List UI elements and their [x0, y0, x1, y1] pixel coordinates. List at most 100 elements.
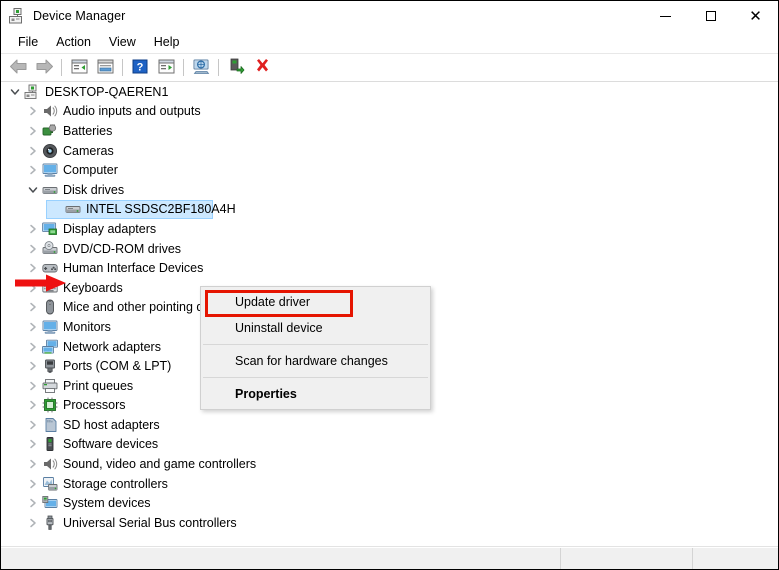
chevron-right-icon[interactable]: [25, 358, 41, 374]
window-title: Device Manager: [33, 9, 126, 23]
chevron-right-icon[interactable]: [25, 319, 41, 335]
maximize-icon: [705, 11, 716, 21]
tree-item-label: Universal Serial Bus controllers: [63, 515, 237, 530]
scan-hardware-changes-button[interactable]: [189, 56, 213, 79]
context-menu[interactable]: Update driver Uninstall device Scan for …: [200, 286, 431, 410]
tree-item-storage-controllers[interactable]: Storage controllers: [1, 474, 778, 494]
twisty-placeholder: [48, 201, 64, 217]
uninstall-device-icon: [254, 58, 271, 77]
forward-icon: [35, 59, 54, 77]
chevron-right-icon[interactable]: [25, 299, 41, 315]
chevron-right-icon[interactable]: [25, 162, 41, 178]
title-bar: Device Manager ✕: [1, 1, 778, 31]
tree-item-label: Storage controllers: [63, 476, 168, 491]
chevron-down-icon[interactable]: [7, 84, 23, 100]
update-driver-button[interactable]: [154, 56, 178, 79]
tree-item-sound-video-and-game-controllers[interactable]: Sound, video and game controllers: [1, 454, 778, 474]
tree-item-label: Print queues: [63, 378, 134, 393]
status-pane-tertiary: [693, 548, 778, 569]
chevron-right-icon[interactable]: [25, 456, 41, 472]
chevron-right-icon[interactable]: [25, 495, 41, 511]
tree-item-universal-serial-bus-controllers[interactable]: Universal Serial Bus controllers: [1, 513, 778, 533]
device-manager-icon: [8, 7, 26, 25]
tree-item-label: System devices: [63, 496, 151, 511]
tree-item-cameras[interactable]: Cameras: [1, 141, 778, 161]
menu-help[interactable]: Help: [145, 33, 189, 51]
sd-card-icon: [41, 417, 59, 433]
chevron-right-icon[interactable]: [25, 123, 41, 139]
chevron-right-icon[interactable]: [25, 515, 41, 531]
chevron-right-icon[interactable]: [25, 436, 41, 452]
enable-device-icon: [228, 58, 245, 77]
menu-view[interactable]: View: [100, 33, 145, 51]
speaker-icon: [41, 103, 59, 119]
tree-item-display-adapters[interactable]: Display adapters: [1, 219, 778, 239]
tree-item-label: Computer: [63, 163, 118, 178]
forward-button[interactable]: [32, 56, 56, 79]
tree-item-system-devices[interactable]: System devices: [1, 493, 778, 513]
chevron-down-icon[interactable]: [25, 182, 41, 198]
chevron-right-icon[interactable]: [25, 476, 41, 492]
menu-action[interactable]: Action: [47, 33, 100, 51]
context-menu-item-uninstall-device[interactable]: Uninstall device: [201, 315, 430, 341]
minimize-button[interactable]: [643, 1, 688, 31]
system-device-icon: [41, 495, 59, 511]
caption-buttons: ✕: [643, 1, 778, 31]
software-device-icon: [41, 436, 59, 452]
toolbar-separator: [218, 59, 219, 76]
chevron-right-icon[interactable]: [25, 241, 41, 257]
chevron-right-icon[interactable]: [25, 221, 41, 237]
dvd-drive-icon: [41, 240, 59, 257]
tree-item-label: Display adapters: [63, 221, 157, 236]
help-button[interactable]: ?: [128, 56, 152, 79]
device-manager-window: Device Manager ✕ File Action View Help ?…: [0, 0, 779, 570]
chevron-right-icon[interactable]: [25, 339, 41, 355]
menu-file[interactable]: File: [9, 33, 47, 51]
enable-device-button[interactable]: [224, 56, 248, 79]
scan-hardware-changes-icon: [192, 58, 211, 77]
properties-icon: [97, 59, 114, 77]
tree-item-label: DESKTOP-QAEREN1: [45, 84, 169, 99]
tree-item-software-devices[interactable]: Software devices: [1, 435, 778, 455]
chevron-right-icon[interactable]: [25, 397, 41, 413]
chevron-right-icon[interactable]: [25, 378, 41, 394]
show-hide-console-tree-button[interactable]: [67, 56, 91, 79]
context-menu-item-scan-for-hardware-changes[interactable]: Scan for hardware changes: [201, 348, 430, 374]
properties-button[interactable]: [93, 56, 117, 79]
uninstall-device-button[interactable]: [250, 56, 274, 79]
tree-item-dvd-cd-rom-drives[interactable]: DVD/CD-ROM drives: [1, 239, 778, 259]
toolbar-separator: [122, 59, 123, 76]
mouse-icon: [41, 299, 59, 315]
tree-item-label: Sound, video and game controllers: [63, 457, 257, 472]
tree-item-label: Software devices: [63, 437, 159, 452]
tree-item-batteries[interactable]: Batteries: [1, 121, 778, 141]
close-button[interactable]: ✕: [733, 1, 778, 31]
camera-icon: [41, 143, 59, 159]
tree-item-human-interface-devices[interactable]: Human Interface Devices: [1, 258, 778, 278]
back-button[interactable]: [6, 56, 30, 79]
device-tree[interactable]: DESKTOP-QAEREN1 Audio inputs and outputs B…: [1, 82, 778, 547]
maximize-button[interactable]: [688, 1, 733, 31]
chevron-right-icon[interactable]: [25, 143, 41, 159]
tree-item-label: Processors: [63, 398, 126, 413]
tree-item-label: Human Interface Devices: [63, 261, 204, 276]
tree-item-disk-drives[interactable]: Disk drives: [1, 180, 778, 200]
tree-item-intel-ssdsc2bf180a4h[interactable]: INTEL SSDSC2BF180A4H: [1, 199, 778, 220]
computer-root-icon: [23, 84, 41, 100]
tree-item-sd-host-adapters[interactable]: SD host adapters: [1, 415, 778, 435]
tree-item-audio-inputs-and-outputs[interactable]: Audio inputs and outputs: [1, 102, 778, 122]
tree-item-label: Batteries: [63, 123, 113, 138]
chevron-right-icon[interactable]: [25, 103, 41, 119]
chevron-right-icon[interactable]: [25, 417, 41, 433]
context-menu-item-update-driver[interactable]: Update driver: [201, 289, 430, 315]
storage-controller-icon: [41, 476, 59, 492]
disk-drive-icon: [64, 201, 82, 217]
toolbar-separator: [183, 59, 184, 76]
help-icon: ?: [132, 59, 148, 77]
context-menu-item-properties[interactable]: Properties: [201, 381, 430, 407]
tree-item-computer[interactable]: Computer: [1, 160, 778, 180]
processor-icon: [41, 397, 59, 413]
monitor-icon: [41, 162, 59, 178]
tree-item-desktop-qaeren1[interactable]: DESKTOP-QAEREN1: [1, 82, 778, 102]
close-icon: ✕: [749, 6, 762, 25]
